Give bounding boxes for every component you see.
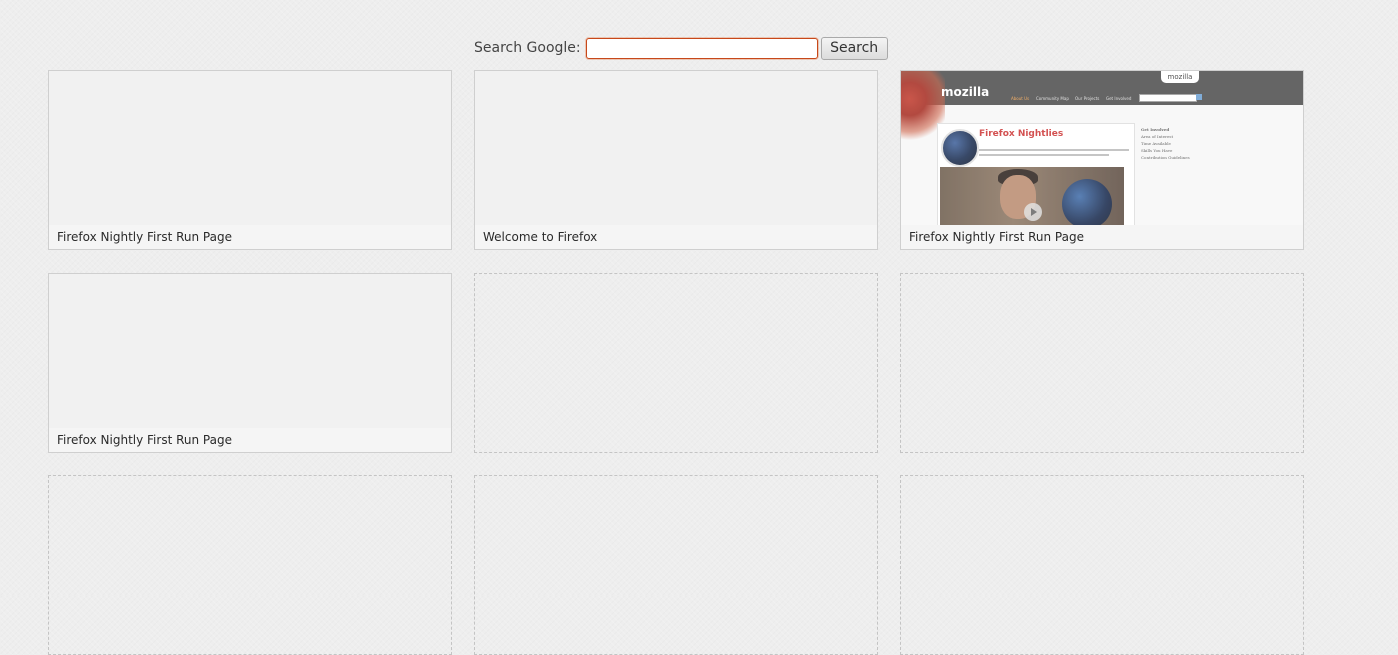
tile-title: Firefox Nightly First Run Page — [901, 225, 1303, 249]
tile-1[interactable]: Firefox Nightly First Run Page — [48, 70, 452, 250]
tile-thumbnail — [475, 71, 877, 227]
tile-title: Welcome to Firefox — [475, 225, 877, 249]
search-label: Search Google: — [474, 40, 581, 56]
tile-title: Firefox Nightly First Run Page — [49, 225, 451, 249]
tile-8-empty — [474, 475, 878, 655]
tile-thumbnail — [49, 71, 451, 227]
tile-2[interactable]: Welcome to Firefox — [474, 70, 878, 250]
tile-5-empty — [474, 273, 878, 453]
tile-thumbnail: mozilla mozilla About Us Community Map O… — [901, 71, 1303, 227]
tile-3[interactable]: mozilla mozilla About Us Community Map O… — [900, 70, 1304, 250]
search-bar: Search Google: Search — [474, 36, 888, 60]
tile-4[interactable]: Firefox Nightly First Run Page — [48, 273, 452, 453]
tile-thumbnail — [49, 274, 451, 430]
search-button[interactable]: Search — [820, 36, 888, 60]
tile-title: Firefox Nightly First Run Page — [49, 428, 451, 452]
search-input[interactable] — [585, 37, 818, 59]
tile-9-empty — [900, 475, 1304, 655]
tile-7-empty — [48, 475, 452, 655]
tile-6-empty — [900, 273, 1304, 453]
